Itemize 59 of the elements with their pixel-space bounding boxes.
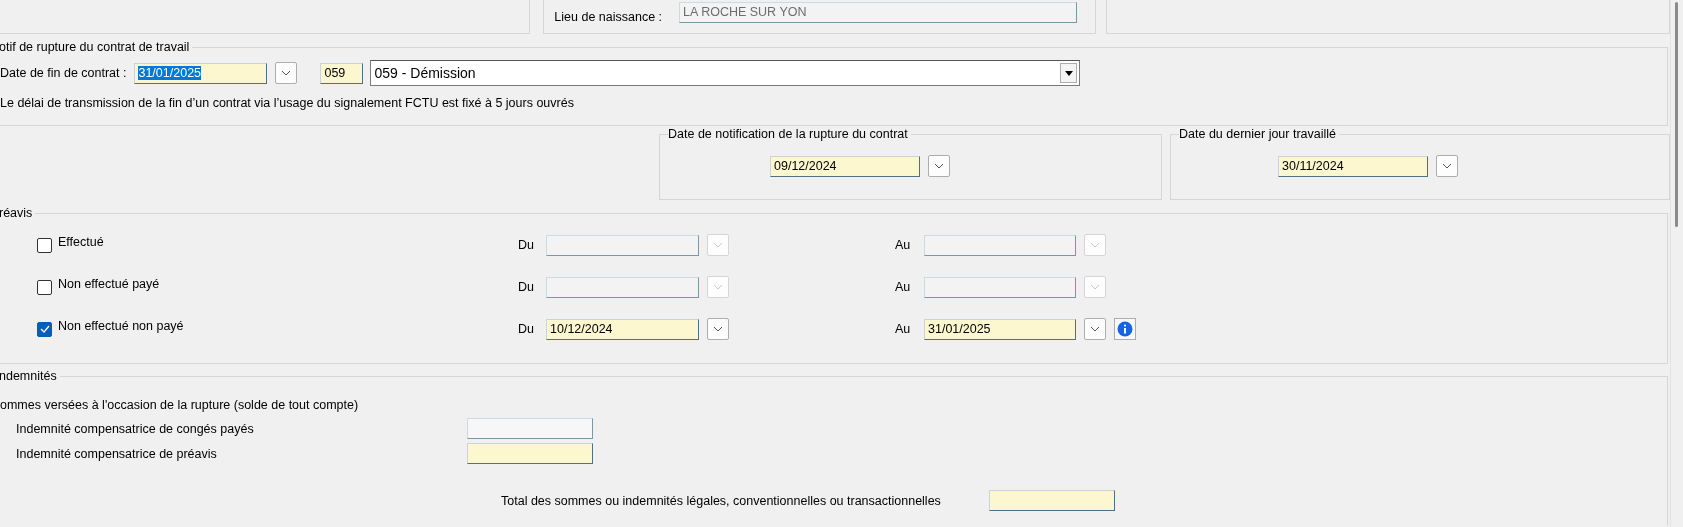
date-picker-button[interactable] bbox=[707, 234, 729, 256]
field-label: Lieu de naissance : bbox=[554, 8, 663, 25]
date-picker-button[interactable] bbox=[707, 276, 729, 298]
info-button[interactable] bbox=[1114, 318, 1136, 340]
date-field[interactable] bbox=[546, 276, 699, 298]
chevron-down-icon bbox=[281, 70, 292, 76]
amount-field[interactable] bbox=[989, 490, 1115, 511]
field-label: Au bbox=[895, 321, 912, 337]
date-field[interactable]: 31/01/2025 bbox=[924, 318, 1076, 340]
group-title: Date du dernier jour travaillé bbox=[1179, 126, 1340, 142]
date-picker-button[interactable] bbox=[1084, 234, 1106, 256]
field-label: Total des sommes ou indemnités légales, conventionnelles ou transactionnelles bbox=[501, 492, 942, 509]
checkmark-icon bbox=[39, 325, 50, 333]
date-picker-button[interactable] bbox=[707, 318, 729, 340]
field-label: Date de fin de contrat : bbox=[0, 65, 127, 81]
checkbox[interactable] bbox=[37, 279, 52, 295]
scrollbar-thumb[interactable] bbox=[1675, 2, 1678, 227]
date-field[interactable]: 30/11/2024 bbox=[1278, 155, 1428, 177]
date-field[interactable] bbox=[924, 234, 1076, 256]
checkbox-label: Effectué bbox=[58, 234, 105, 250]
date-field[interactable] bbox=[546, 234, 699, 256]
dropdown-arrow-icon bbox=[1064, 70, 1073, 76]
date-picker-button[interactable] bbox=[1436, 155, 1458, 177]
checkbox[interactable] bbox=[37, 321, 52, 337]
section-subtitle: ommes versées à l'occasion de la rupture (solde de tout compte) bbox=[0, 397, 360, 413]
chevron-down-icon bbox=[1090, 326, 1100, 332]
date-picker-button[interactable] bbox=[275, 62, 298, 84]
date-field[interactable]: 10/12/2024 bbox=[546, 318, 699, 340]
date-field[interactable] bbox=[924, 276, 1076, 298]
code-field[interactable]: 059 bbox=[320, 62, 364, 84]
birthplace-field[interactable]: LA ROCHE SUR YON bbox=[679, 2, 1078, 23]
field-label: Au bbox=[895, 237, 912, 253]
checkbox-label: Non effectué payé bbox=[58, 276, 161, 292]
info-icon bbox=[1117, 321, 1133, 337]
date-field[interactable]: 09/12/2024 bbox=[770, 155, 920, 177]
chevron-down-icon bbox=[713, 284, 723, 290]
group-title: otif de rupture du contrat de travail bbox=[0, 39, 193, 55]
reason-dropdown[interactable]: 059 - Démission bbox=[370, 60, 1081, 86]
chevron-down-icon bbox=[934, 163, 944, 169]
chevron-down-icon bbox=[1090, 284, 1100, 290]
date-picker-button[interactable] bbox=[1084, 276, 1106, 298]
date-field[interactable]: 31/01/2025 bbox=[134, 62, 268, 84]
date-picker-button[interactable] bbox=[928, 155, 950, 177]
field-label: Du bbox=[518, 321, 535, 337]
notice-text: Le délai de transmission de la fin d’un contrat via l’usage du signalement FCTU est fixé à 5 jours ouvrés bbox=[0, 95, 575, 111]
chevron-down-icon bbox=[713, 242, 723, 248]
amount-field[interactable] bbox=[467, 443, 593, 464]
field-label: Indemnité compensatrice de congés payés bbox=[16, 420, 255, 437]
date-picker-button[interactable] bbox=[1084, 318, 1106, 340]
checkbox[interactable] bbox=[37, 237, 52, 253]
field-label: Au bbox=[895, 279, 912, 295]
chevron-down-icon bbox=[1442, 163, 1452, 169]
chevron-down-icon bbox=[713, 326, 723, 332]
chevron-down-icon bbox=[1090, 242, 1100, 248]
group-title: Date de notification de la rupture du contrat bbox=[668, 126, 911, 142]
field-label: Indemnité compensatrice de préavis bbox=[16, 445, 218, 462]
checkbox-label: Non effectué non payé bbox=[58, 318, 185, 334]
field-label: Du bbox=[518, 237, 535, 253]
field-label: Du bbox=[518, 279, 535, 295]
